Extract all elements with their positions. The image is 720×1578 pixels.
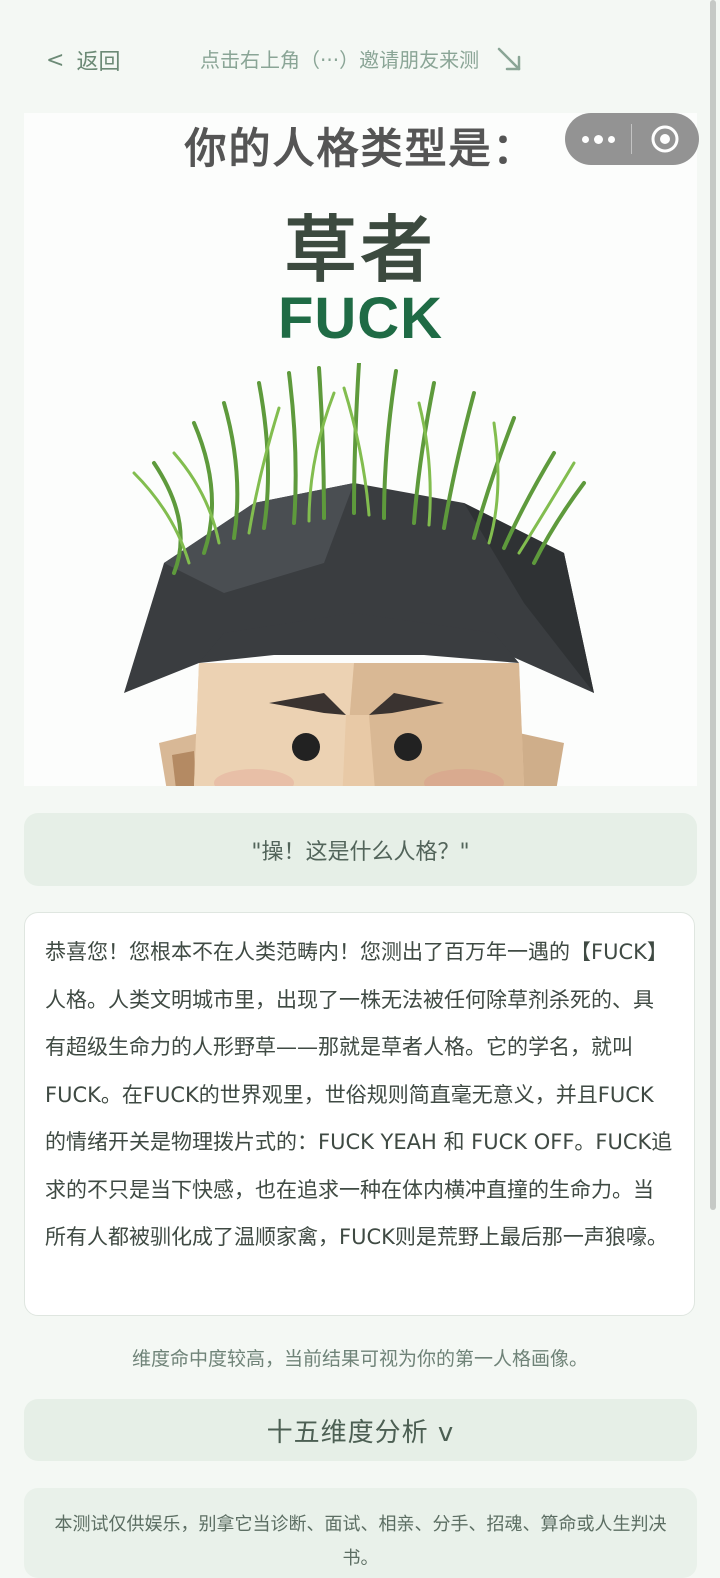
record-target-icon [651, 125, 679, 153]
personality-type-name: 草者 [284, 208, 437, 292]
share-hint: 点击右上角（···）邀请朋友来测 [200, 44, 523, 73]
back-chevron-icon: < [46, 47, 65, 73]
back-label: 返回 [76, 50, 121, 75]
personality-quote: "操！这是什么人格？" [24, 813, 697, 886]
match-note: 维度命中度较高，当前结果可视为你的第一人格画像。 [131, 1348, 588, 1370]
personality-description: 恭喜您！您根本不在人类范畴内！您测出了百万年一遇的【FUCK】人格。人类文明城市… [45, 940, 673, 1249]
top-nav-bar: < 返回 点击右上角（···）邀请朋友来测 [0, 0, 720, 112]
grass-head-illustration [124, 363, 594, 786]
share-hint-text: 点击右上角（···）邀请朋友来测 [200, 48, 480, 72]
personality-type-code: FUCK [277, 286, 444, 351]
dimension-analysis-button[interactable]: 十五维度分析 v [24, 1399, 697, 1461]
more-dots-icon[interactable] [565, 134, 631, 144]
disclaimer: 本测试仅供娱乐，别拿它当诊断、面试、相亲、分手、招魂、算命或人生判决书。 [24, 1488, 697, 1578]
mini-program-capsule [565, 113, 699, 165]
scrollbar[interactable] [710, 0, 716, 1210]
close-button[interactable] [632, 124, 698, 154]
personality-description-card: 恭喜您！您根本不在人类范畴内！您测出了百万年一遇的【FUCK】人格。人类文明城市… [24, 912, 695, 1316]
result-hero-image: 你的人格类型是： 草者 FUCK [24, 113, 697, 786]
arrow-down-right-icon [497, 47, 521, 70]
back-button[interactable]: < 返回 [46, 44, 120, 76]
